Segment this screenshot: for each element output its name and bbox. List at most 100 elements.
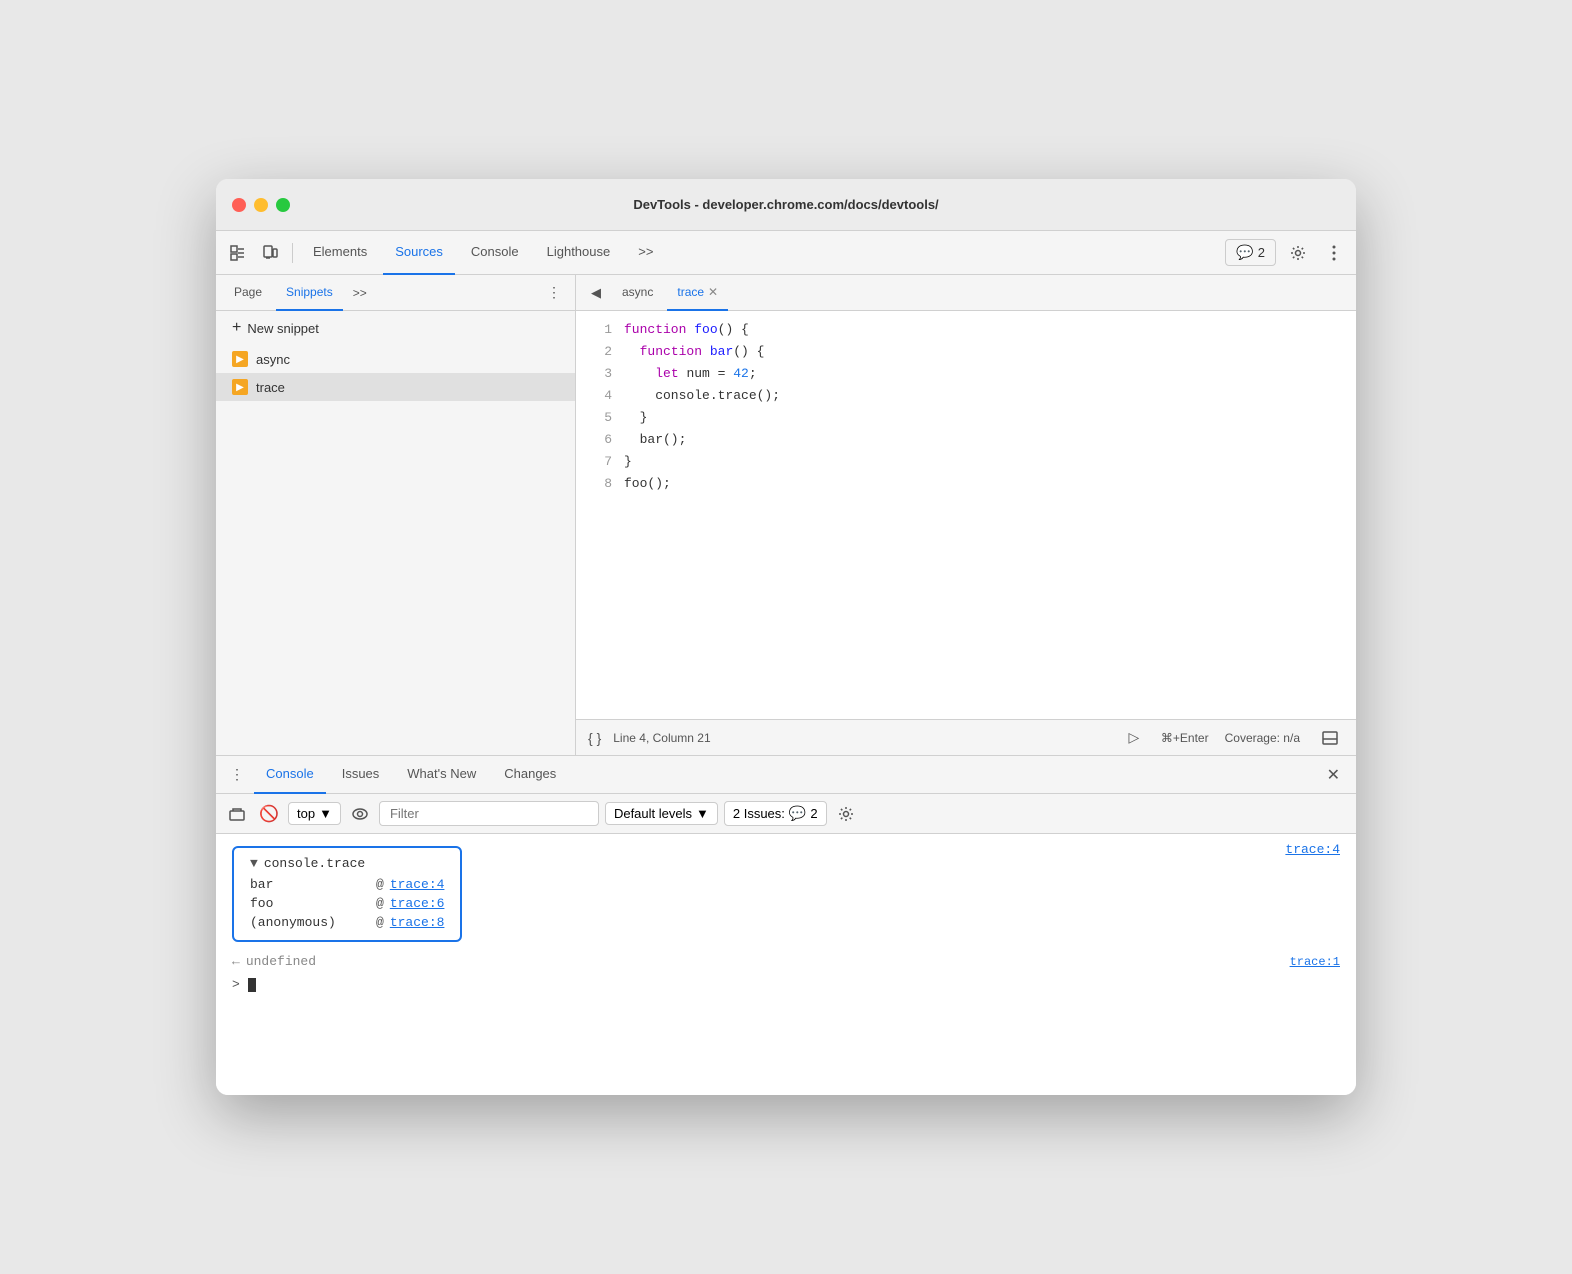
levels-chevron-icon: ▼ (696, 806, 709, 821)
undefined-location[interactable]: trace:1 (1290, 955, 1340, 969)
levels-label: Default levels (614, 806, 692, 821)
cursor (248, 978, 256, 992)
format-label: { } (588, 730, 601, 746)
trace-link-bar[interactable]: trace:4 (390, 877, 445, 892)
issues-badge-count: 2 (810, 806, 817, 821)
new-snippet-button[interactable]: + New snippet (216, 311, 575, 345)
more-panel-tabs[interactable]: >> (347, 282, 373, 304)
editor-tab-trace[interactable]: trace ✕ (667, 275, 728, 311)
prompt-symbol: > (232, 977, 240, 992)
return-icon: ← (232, 954, 240, 969)
tab-page[interactable]: Page (224, 275, 272, 311)
tab-console-bottom[interactable]: Console (254, 756, 326, 794)
issues-badge[interactable]: 2 Issues: 💬 2 (724, 801, 827, 826)
trace-link-anon[interactable]: trace:8 (390, 915, 445, 930)
devtools-body: Elements Sources Console Lighthouse >> 💬… (216, 231, 1356, 1095)
block-icon[interactable]: 🚫 (256, 801, 282, 827)
main-area: Page Snippets >> ⋮ + New snippet ▶ async… (216, 275, 1356, 755)
trace-row-foo: foo @ trace:6 (250, 894, 444, 913)
right-panel: ◀ async trace ✕ 1 2 3 4 5 (576, 275, 1356, 755)
maximize-button[interactable] (276, 198, 290, 212)
trace-at-2: @ (376, 896, 384, 911)
trace-link-foo[interactable]: trace:6 (390, 896, 445, 911)
trace-entry: ▼ console.trace bar @ trace:4 foo @ trac… (216, 838, 1356, 950)
trace-expand-icon[interactable]: ▼ (250, 856, 258, 871)
chevron-down-icon: ▼ (319, 806, 332, 821)
close-bottom-panel[interactable]: ✕ (1319, 761, 1348, 789)
run-button[interactable]: ▷ (1123, 727, 1145, 749)
trace-row-anon: (anonymous) @ trace:8 (250, 913, 444, 932)
coverage-label: Coverage: n/a (1225, 731, 1300, 745)
trace-location[interactable]: trace:4 (1285, 842, 1340, 857)
issues-count: 2 (1258, 245, 1265, 260)
console-output: ▼ console.trace bar @ trace:4 foo @ trac… (216, 834, 1356, 1095)
settings-button[interactable] (1284, 239, 1312, 267)
tab-whats-new[interactable]: What's New (395, 756, 488, 794)
tab-console[interactable]: Console (459, 231, 531, 275)
snippet-file-icon-trace: ▶ (232, 379, 248, 395)
collapse-panel-button[interactable]: ◀ (584, 281, 608, 305)
tab-snippets[interactable]: Snippets (276, 275, 343, 311)
chat-icon: 💬 (1236, 244, 1253, 261)
left-panel: Page Snippets >> ⋮ + New snippet ▶ async… (216, 275, 576, 755)
console-filter-input[interactable] (379, 801, 599, 826)
editor-tab-async-label: async (622, 285, 653, 299)
minimize-button[interactable] (254, 198, 268, 212)
close-trace-tab[interactable]: ✕ (708, 285, 718, 299)
snippet-file-icon: ▶ (232, 351, 248, 367)
status-bar: { } Line 4, Column 21 ▷ ⌘+Enter Coverage… (576, 719, 1356, 755)
device-toggle-icon[interactable] (256, 239, 284, 267)
snippet-item-async[interactable]: ▶ async (216, 345, 575, 373)
trace-at-3: @ (376, 915, 384, 930)
bottom-tabs: ⋮ Console Issues What's New Changes ✕ (216, 756, 1356, 794)
line-numbers: 1 2 3 4 5 6 7 8 (576, 319, 624, 711)
eye-icon[interactable] (347, 801, 373, 827)
levels-dropdown[interactable]: Default levels ▼ (605, 802, 718, 825)
toolbar-separator (292, 243, 293, 263)
panel-tabs: Page Snippets >> ⋮ (216, 275, 575, 311)
trace-func-foo: foo (250, 896, 370, 911)
editor-tab-async[interactable]: async (612, 275, 663, 311)
undefined-text: undefined (246, 954, 316, 969)
trace-header: ▼ console.trace (250, 856, 444, 871)
bottom-panel: ⋮ Console Issues What's New Changes ✕ 🚫 … (216, 755, 1356, 1095)
tab-issues[interactable]: Issues (330, 756, 392, 794)
window-title: DevTools - developer.chrome.com/docs/dev… (633, 197, 938, 212)
inspect-icon[interactable] (224, 239, 252, 267)
bottom-panel-menu[interactable]: ⋮ (224, 762, 250, 787)
editor-tab-trace-label: trace (677, 285, 704, 299)
snippet-name-async: async (256, 352, 290, 367)
trace-at-1: @ (376, 877, 384, 892)
trace-func-anon: (anonymous) (250, 915, 370, 930)
drawer-button[interactable] (1316, 724, 1344, 752)
snippet-list: ▶ async ▶ trace (216, 345, 575, 755)
title-bar: DevTools - developer.chrome.com/docs/dev… (216, 179, 1356, 231)
tab-elements[interactable]: Elements (301, 231, 379, 275)
tab-changes[interactable]: Changes (492, 756, 568, 794)
more-options-icon[interactable] (1320, 239, 1348, 267)
trace-func-bar: bar (250, 877, 370, 892)
code-editor[interactable]: 1 2 3 4 5 6 7 8 function foo() { functio… (576, 311, 1356, 719)
console-prompt[interactable]: > (216, 973, 1356, 996)
new-snippet-label: New snippet (247, 321, 319, 336)
devtools-window: DevTools - developer.chrome.com/docs/dev… (216, 179, 1356, 1095)
snippet-item-trace[interactable]: ▶ trace (216, 373, 575, 401)
traffic-lights (232, 198, 290, 212)
code-content: function foo() { function bar() { let nu… (624, 319, 1356, 711)
plus-icon: + (232, 319, 241, 337)
trace-row-bar: bar @ trace:4 (250, 875, 444, 894)
editor-tabs: ◀ async trace ✕ (576, 275, 1356, 311)
close-button[interactable] (232, 198, 246, 212)
clear-console-button[interactable] (224, 801, 250, 827)
context-selector[interactable]: top ▼ (288, 802, 341, 825)
panel-menu-button[interactable]: ⋮ (541, 280, 567, 305)
console-settings-button[interactable] (833, 801, 859, 827)
run-shortcut: ⌘+Enter (1161, 731, 1209, 745)
tab-lighthouse[interactable]: Lighthouse (535, 231, 623, 275)
tab-sources[interactable]: Sources (383, 231, 455, 275)
snippet-name-trace: trace (256, 380, 285, 395)
issues-button[interactable]: 💬 2 (1225, 239, 1276, 266)
top-toolbar: Elements Sources Console Lighthouse >> 💬… (216, 231, 1356, 275)
console-toolbar: 🚫 top ▼ Default levels ▼ 2 Is (216, 794, 1356, 834)
more-tabs-button[interactable]: >> (626, 231, 665, 275)
